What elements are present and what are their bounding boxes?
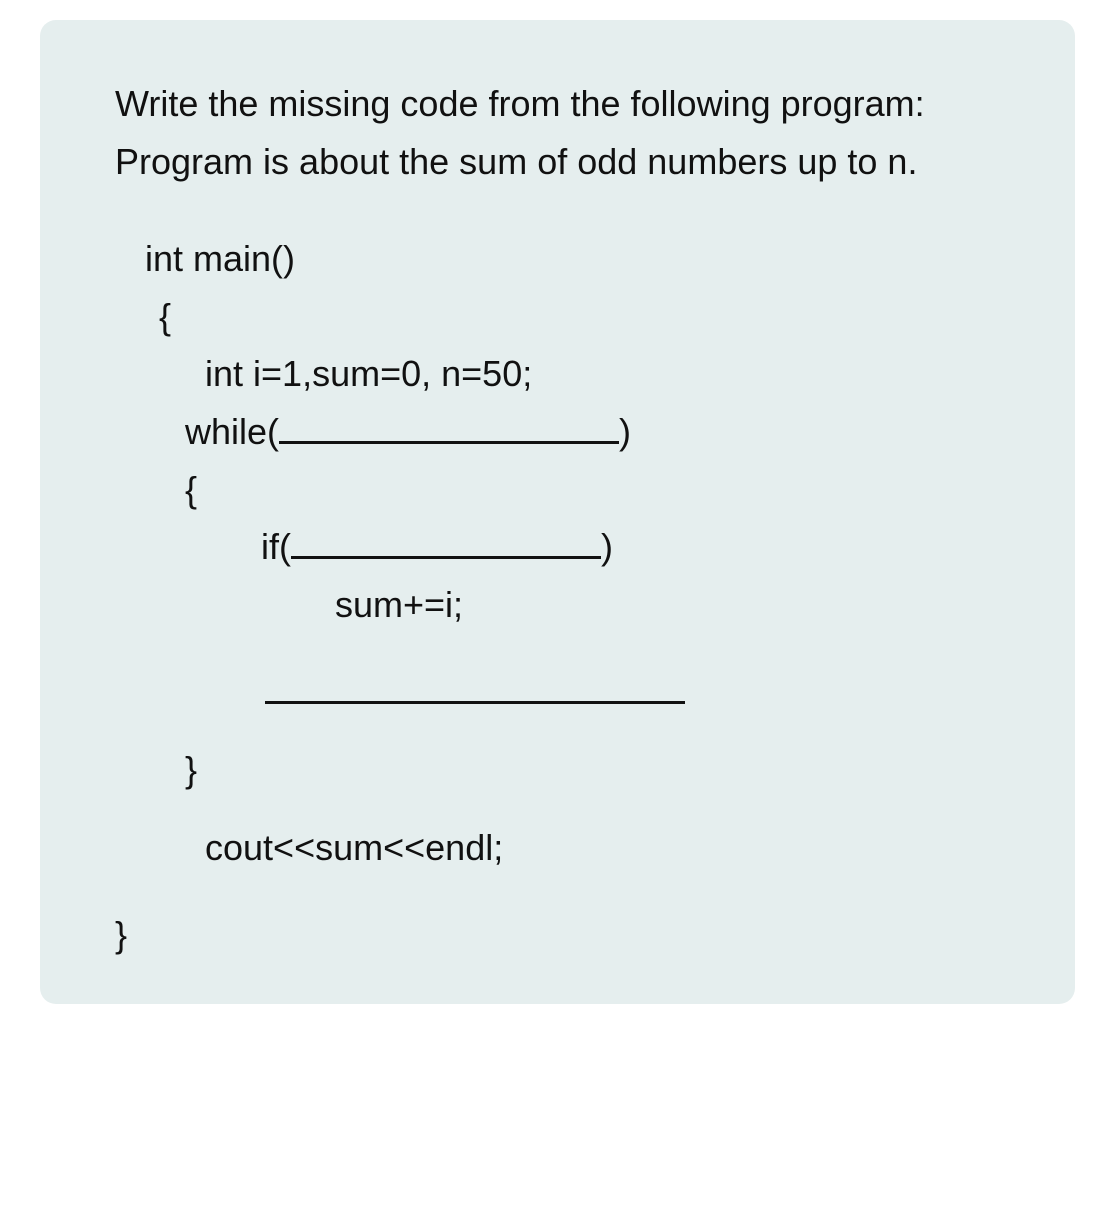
question-card: Write the missing code from the followin… [40,20,1075,1004]
code-close-brace: } [115,906,1015,964]
code-close-brace-2: } [145,741,1015,799]
blank-statement[interactable] [265,694,685,704]
code-main-decl: int main() [145,230,1015,288]
blank-while-condition[interactable] [279,434,619,444]
prompt-line-2: Program is about the sum of odd numbers … [115,133,1015,191]
while-close-paren: ) [619,411,631,452]
code-var-decl: int i=1,sum=0, n=50; [145,345,1015,403]
if-keyword: if( [261,526,291,567]
code-blank-statement-line [145,663,1015,721]
code-while-line: while() [145,403,1015,461]
code-open-brace: { [145,288,1015,346]
blank-if-condition[interactable] [291,549,601,559]
code-cout-line: cout<<sum<<endl; [145,819,1015,877]
while-keyword: while( [185,411,279,452]
code-block: int main() { int i=1,sum=0, n=50; while(… [115,230,1015,964]
code-open-brace-2: { [145,461,1015,519]
prompt-text: Write the missing code from the followin… [115,75,1015,190]
code-if-line: if() [145,518,1015,576]
code-sum-line: sum+=i; [145,576,1015,634]
prompt-line-1: Write the missing code from the followin… [115,75,1015,133]
if-close-paren: ) [601,526,613,567]
